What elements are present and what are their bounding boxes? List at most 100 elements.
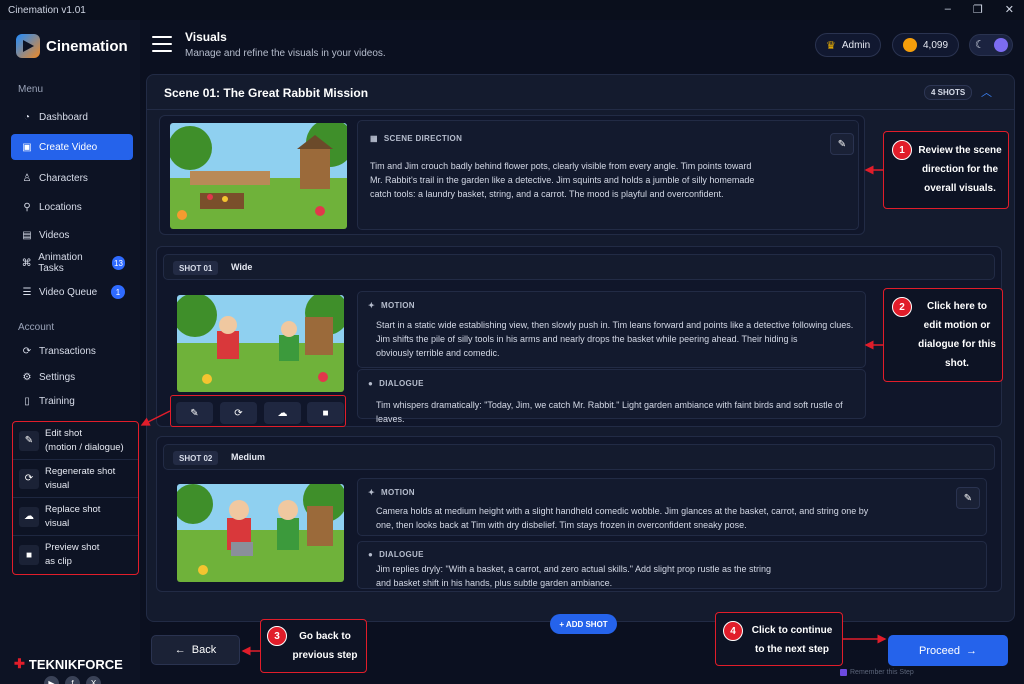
user-menu[interactable]: ♛ Admin <box>815 33 882 57</box>
sidebar-item-label: Dashboard <box>39 111 88 123</box>
shot-number-chip: SHOT 02 <box>173 451 219 465</box>
scene-thumbnail <box>170 123 347 229</box>
dialogue-label: ● DIALOGUE <box>368 550 424 559</box>
chevron-up-icon[interactable]: ︿ <box>981 84 992 100</box>
scene-header[interactable]: Scene 01: The Great Rabbit Mission 4 SHO… <box>147 75 1014 110</box>
dialogue-box[interactable]: ● DIALOGUE Jim replies dryly: "With a ba… <box>357 541 987 589</box>
dialogue-box[interactable]: ● DIALOGUE Tim whispers dramatically: "T… <box>357 369 866 424</box>
motion-label: ✦ MOTION <box>368 301 415 310</box>
motion-box[interactable]: ✦ MOTION ✎ Camera holds at medium height… <box>357 478 987 536</box>
legend-line: Preview shot <box>45 542 100 553</box>
proceed-button[interactable]: Proceed → <box>888 635 1008 666</box>
legend-line: (motion / dialogue) <box>45 441 124 453</box>
dialogue-text: Tim whispers dramatically: "Today, Jim, … <box>376 398 861 426</box>
count-badge: 1 <box>111 285 125 299</box>
text-line: Start in a static wide establishing view… <box>376 320 854 330</box>
callout-line: Go back to <box>299 631 351 642</box>
callout-number: 1 <box>892 140 912 160</box>
app-logo[interactable]: Cinemation <box>16 34 128 58</box>
text-line: one, then looks back at Tim with dry dis… <box>376 520 747 530</box>
sidebar-item-dashboard[interactable]: ◔ Dashboard <box>11 104 133 130</box>
pencil-icon: ✎ <box>837 138 847 150</box>
window-controls: – ❐ ✕ <box>945 3 1014 16</box>
videos-icon: ▤ <box>22 229 32 241</box>
count-badge: 13 <box>111 256 125 270</box>
edit-shot-button[interactable]: ✎ <box>956 487 980 509</box>
user-label: Admin <box>841 39 871 51</box>
legend-edit-shot: ✎ Edit shot (motion / dialogue) <box>13 422 138 460</box>
teknikforce-logo-icon: ✚ <box>14 656 25 671</box>
dialogue-label: ● DIALOGUE <box>368 379 424 388</box>
legend-line: visual <box>45 517 70 529</box>
sidebar-item-training[interactable]: ▯ Training <box>11 388 133 414</box>
remember-step-label: Remember this Step <box>850 669 914 676</box>
location-pin-icon: ⚲ <box>23 201 31 213</box>
sidebar-item-create-video[interactable]: ▣ Create Video <box>11 134 133 160</box>
text-line: and basket shift in his hands, plus subt… <box>376 578 613 588</box>
remember-step-checkbox[interactable]: Remember this Step <box>840 669 914 676</box>
sidebar-item-characters[interactable]: ♙ Characters <box>11 165 133 191</box>
motion-label: ✦ MOTION <box>368 488 415 497</box>
motion-box[interactable]: ✦ MOTION Start in a static wide establis… <box>357 291 866 368</box>
shot-thumbnail <box>177 295 344 392</box>
credits-display[interactable]: 4,099 <box>892 33 960 57</box>
sidebar-item-label: Video Queue <box>39 286 98 298</box>
scene-direction-text[interactable]: Tim and Jim crouch badly behind flower p… <box>370 159 840 201</box>
sidebar-item-transactions[interactable]: ⟳ Transactions <box>11 338 133 364</box>
text-line: Camera holds at medium height with a sli… <box>376 506 869 516</box>
sidebar-item-label: Training <box>39 395 75 407</box>
brand-text: TEKNIKFORCE <box>28 656 123 672</box>
callout-line: Click to continue <box>751 625 833 636</box>
minimize-icon[interactable]: – <box>945 3 951 16</box>
sidebar-item-video-queue[interactable]: ☰ Video Queue 1 <box>11 279 133 305</box>
sidebar-item-locations[interactable]: ⚲ Locations <box>11 194 133 220</box>
shot-tools-legend: ✎ Edit shot (motion / dialogue) ⟳ Regene… <box>12 421 139 575</box>
motion-text: Camera holds at medium height with a sli… <box>376 504 956 532</box>
window-titlebar: Cinemation v1.01 – ❐ ✕ <box>0 0 1024 20</box>
sidebar-item-label: Locations <box>39 201 82 213</box>
sidebar-item-videos[interactable]: ▤ Videos <box>11 222 133 248</box>
training-icon: ▯ <box>24 395 30 407</box>
refresh-icon: ⟳ <box>19 468 39 489</box>
theme-toggle[interactable]: ☾ <box>969 34 1013 56</box>
add-shot-button[interactable]: + ADD SHOT <box>550 614 617 634</box>
app-logo-text: Cinemation <box>46 37 128 55</box>
facebook-icon[interactable]: f <box>65 676 80 684</box>
upload-cloud-icon: ☁ <box>19 506 39 527</box>
motion-text: Start in a static wide establishing view… <box>376 318 861 360</box>
sidebar-item-animation-tasks[interactable]: ⌘ Animation Tasks 13 <box>11 250 133 276</box>
legend-line: as clip <box>45 556 72 567</box>
maximize-icon[interactable]: ❐ <box>973 3 983 16</box>
callout-line: direction for the <box>921 164 999 175</box>
account-heading: Account <box>18 322 55 333</box>
sidebar-item-label: Characters <box>39 172 88 184</box>
menu-heading: Menu <box>18 84 44 95</box>
callout-number: 4 <box>723 621 743 641</box>
scene-direction-box: ▦ SCENE DIRECTION ✎ Tim and Jim crouch b… <box>357 120 859 230</box>
window-title: Cinemation v1.01 <box>8 4 86 16</box>
sidebar: Cinemation Menu ◔ Dashboard ▣ Create Vid… <box>0 20 140 684</box>
edit-scene-direction-button[interactable]: ✎ <box>830 133 854 155</box>
callout-1: 1 Review the scene direction for the ove… <box>883 131 1009 209</box>
scene-direction-card: ▦ SCENE DIRECTION ✎ Tim and Jim crouch b… <box>159 115 865 235</box>
hamburger-menu-icon[interactable] <box>152 36 172 52</box>
garden-scene-image <box>170 123 347 229</box>
callout-line: shot. <box>945 358 969 369</box>
back-button-label: Back <box>191 644 217 656</box>
close-icon[interactable]: ✕ <box>1005 3 1014 16</box>
text-line: Mr. Rabbit's trail in the garden like a … <box>370 175 755 185</box>
callout-text: Go back to previous step <box>287 627 363 665</box>
callout-number: 3 <box>267 626 287 646</box>
shot-type-label: Medium <box>231 452 266 462</box>
sidebar-item-settings[interactable]: ⚙ Settings <box>11 364 133 390</box>
callout-line: previous step <box>292 650 358 661</box>
x-twitter-icon[interactable]: X <box>86 676 101 684</box>
shot-header: SHOT 01 Wide <box>163 254 995 280</box>
legend-regenerate-shot: ⟳ Regenerate shot visual <box>13 460 138 498</box>
youtube-icon[interactable]: ▶ <box>44 676 59 684</box>
arrow-left-icon: ← <box>174 644 186 656</box>
cinemation-logo-icon <box>16 34 40 58</box>
shot-type-label: Wide <box>231 262 253 272</box>
back-button[interactable]: ← Back <box>151 635 240 665</box>
video-queue-icon: ☰ <box>22 286 32 298</box>
